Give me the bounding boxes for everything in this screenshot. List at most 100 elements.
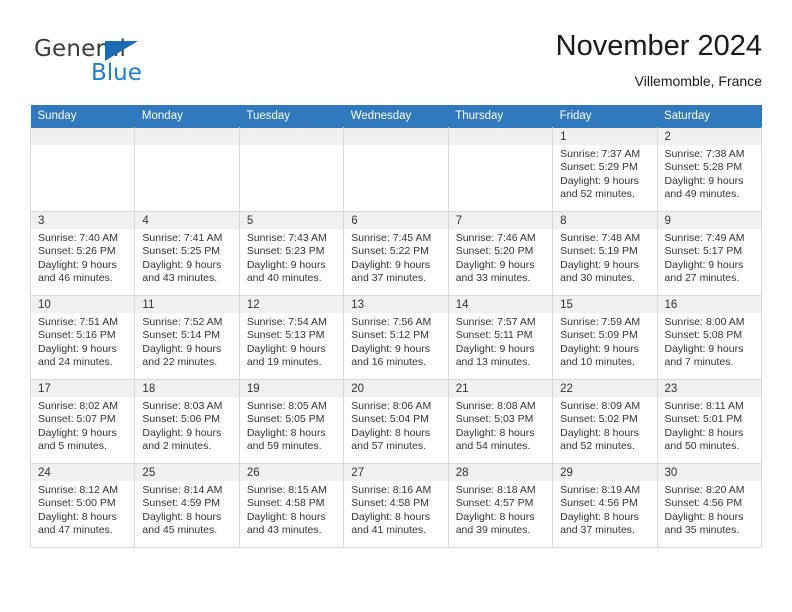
day-number: 13 [344,296,448,313]
day-details: Sunrise: 7:45 AM Sunset: 5:22 PM Daylight:… [344,229,447,286]
day-details: Sunrise: 7:43 AM Sunset: 5:23 PM Daylight:… [240,229,343,286]
page-title: November 2024 [555,30,762,62]
daylight-duration-line2: and 30 minutes. [560,272,635,285]
day-number: 11 [135,296,239,313]
daylight-duration-line1: Daylight: 8 hours [351,426,431,439]
title-block: November 2024 Villemomble, France [556,28,762,91]
calendar-day-cell[interactable]: 18 Sunrise: 8:03 AM Sunset: 5:06 PM Dayligh… [134,379,240,464]
calendar-day-cell[interactable]: 3 Sunrise: 7:40 AM Sunset: 5:26 PM Daylight… [29,211,136,296]
calendar-day-cell[interactable]: 25 Sunrise: 8:14 AM Sunset: 4:59 PM Dayligh… [134,463,240,548]
day-number: 9 [657,212,761,229]
day-number: 21 [448,380,553,397]
sunrise-time: Sunrise: 7:40 AM [38,232,118,244]
calendar-day-cell[interactable]: 29 Sunrise: 8:19 AM Sunset: 4:56 PM Dayligh… [552,463,658,548]
sunrise-time: Sunrise: 7:48 AM [560,232,641,244]
sunrise-time: Sunrise: 7:54 AM [246,316,327,328]
calendar-day-cell[interactable]: 22 Sunrise: 8:09 AM Sunset: 5:02 PM Dayligh… [552,379,658,464]
calendar-day-cell[interactable]: 19 Sunrise: 8:05 AM Sunset: 5:05 PM Dayligh… [238,379,345,464]
calendar-day-cell[interactable]: 2 Sunrise: 7:38 AM Sunset: 5:28 PM Daylight… [656,127,763,212]
weekday-header-thursday: Thursday [448,105,553,128]
logo-triangle-icon [105,41,138,61]
daylight-duration-line1: Daylight: 8 hours [560,426,639,439]
general-blue-logo[interactable]: General Blue [34,36,204,92]
daylight-duration-line1: Daylight: 9 hours [351,258,431,271]
day-number: 7 [448,212,553,229]
day-details: Sunrise: 8:18 AM Sunset: 4:57 PM Daylight:… [449,481,552,538]
sunrise-time: Sunrise: 7:49 AM [664,232,745,244]
daylight-duration-line2: and 39 minutes. [455,524,531,537]
sunrise-time: Sunrise: 7:37 AM [560,148,641,160]
day-number: 3 [31,212,135,229]
sunset-time: Sunset: 5:19 PM [560,245,638,258]
daylight-duration-line2: and 59 minutes. [246,440,322,453]
day-number [31,128,135,145]
calendar-day-cell[interactable]: 20 Sunrise: 8:06 AM Sunset: 5:04 PM Dayligh… [343,379,449,464]
daylight-duration-line1: Daylight: 8 hours [664,426,744,439]
calendar-day-cell[interactable]: 10 Sunrise: 7:51 AM Sunset: 5:16 PM Dayligh… [29,295,136,380]
sunrise-time: Sunrise: 8:02 AM [38,400,118,412]
day-details: Sunrise: 7:59 AM Sunset: 5:09 PM Daylight:… [553,313,656,370]
day-details: Sunrise: 8:09 AM Sunset: 5:02 PM Daylight:… [553,397,656,454]
daylight-duration-line1: Daylight: 9 hours [560,174,639,187]
calendar-day-cell[interactable]: 13 Sunrise: 7:56 AM Sunset: 5:12 PM Dayligh… [343,295,449,380]
sunrise-time: Sunrise: 7:56 AM [351,316,432,328]
calendar-day-cell[interactable]: 17 Sunrise: 8:02 AM Sunset: 5:07 PM Dayligh… [29,379,136,464]
daylight-duration-line1: Daylight: 9 hours [351,342,431,355]
day-details: Sunrise: 7:37 AM Sunset: 5:29 PM Daylight:… [553,145,656,202]
sunrise-time: Sunrise: 7:57 AM [455,316,536,328]
daylight-duration-line1: Daylight: 8 hours [455,426,535,439]
day-details: Sunrise: 8:02 AM Sunset: 5:07 PM Daylight:… [31,397,134,454]
calendar-week-row: 17 Sunrise: 8:02 AM Sunset: 5:07 PM Dayligh… [29,379,763,464]
day-number [448,128,553,145]
calendar-day-cell[interactable]: 14 Sunrise: 7:57 AM Sunset: 5:11 PM Dayligh… [447,295,554,380]
calendar-day-cell[interactable]: 12 Sunrise: 7:54 AM Sunset: 5:13 PM Dayligh… [238,295,345,380]
calendar-day-cell[interactable]: 11 Sunrise: 7:52 AM Sunset: 5:14 PM Dayligh… [134,295,240,380]
daylight-duration-line1: Daylight: 9 hours [142,426,222,439]
calendar-page: General Blue November 2024 Villemomble, … [0,0,792,612]
daylight-duration-line1: Daylight: 9 hours [664,342,744,355]
calendar-day-cell[interactable]: 28 Sunrise: 8:18 AM Sunset: 4:57 PM Dayligh… [447,463,554,548]
logo-text-blue: Blue [91,60,142,86]
daylight-duration-line1: Daylight: 8 hours [246,510,326,523]
daylight-duration-line2: and 52 minutes. [560,188,635,201]
sunrise-time: Sunrise: 8:16 AM [351,484,432,496]
calendar-day-cell[interactable]: 4 Sunrise: 7:41 AM Sunset: 5:25 PM Daylight… [134,211,240,296]
daylight-duration-line1: Daylight: 8 hours [246,426,326,439]
calendar-day-cell[interactable]: 6 Sunrise: 7:45 AM Sunset: 5:22 PM Daylight… [343,211,449,296]
calendar-day-cell[interactable]: 5 Sunrise: 7:43 AM Sunset: 5:23 PM Daylight… [238,211,345,296]
sunset-time: Sunset: 5:26 PM [38,245,116,258]
calendar-day-cell[interactable]: 26 Sunrise: 8:15 AM Sunset: 4:58 PM Dayligh… [238,463,345,548]
daylight-duration-line1: Daylight: 8 hours [351,510,431,523]
calendar-day-cell[interactable]: 23 Sunrise: 8:11 AM Sunset: 5:01 PM Dayligh… [656,379,763,464]
calendar-day-cell[interactable]: 24 Sunrise: 8:12 AM Sunset: 5:00 PM Dayligh… [29,463,136,548]
daylight-duration-line2: and 22 minutes. [142,356,218,369]
calendar-day-cell[interactable]: 21 Sunrise: 8:08 AM Sunset: 5:03 PM Dayligh… [447,379,554,464]
calendar-day-cell[interactable]: 16 Sunrise: 8:00 AM Sunset: 5:08 PM Dayligh… [656,295,763,380]
calendar-day-cell[interactable]: 1 Sunrise: 7:37 AM Sunset: 5:29 PM Daylight… [552,127,658,212]
daylight-duration-line2: and 40 minutes. [246,272,322,285]
calendar-day-cell[interactable]: 30 Sunrise: 8:20 AM Sunset: 4:56 PM Dayligh… [656,463,763,548]
calendar-day-cell[interactable]: 8 Sunrise: 7:48 AM Sunset: 5:19 PM Daylight… [552,211,658,296]
day-details: Sunrise: 7:46 AM Sunset: 5:20 PM Daylight:… [449,229,552,286]
calendar-day-cell-empty [134,127,240,212]
sunrise-time: Sunrise: 7:38 AM [664,148,745,160]
sunset-time: Sunset: 5:17 PM [664,245,743,258]
sunset-time: Sunset: 5:02 PM [560,413,638,426]
sunrise-time: Sunrise: 7:45 AM [351,232,432,244]
sunrise-time: Sunrise: 8:00 AM [664,316,745,328]
sunset-time: Sunset: 4:56 PM [560,497,638,510]
sunrise-time: Sunrise: 8:12 AM [38,484,118,496]
day-details: Sunrise: 7:57 AM Sunset: 5:11 PM Daylight:… [449,313,552,370]
calendar-day-cell[interactable]: 9 Sunrise: 7:49 AM Sunset: 5:17 PM Daylight… [656,211,763,296]
day-number: 4 [135,212,239,229]
daylight-duration-line1: Daylight: 8 hours [38,510,117,523]
daylight-duration-line1: Daylight: 9 hours [664,258,744,271]
daylight-duration-line2: and 24 minutes. [38,356,113,369]
calendar-day-cell[interactable]: 27 Sunrise: 8:16 AM Sunset: 4:58 PM Dayligh… [343,463,449,548]
sunrise-time: Sunrise: 8:15 AM [246,484,327,496]
day-details: Sunrise: 7:56 AM Sunset: 5:12 PM Daylight:… [344,313,447,370]
calendar-day-cell[interactable]: 7 Sunrise: 7:46 AM Sunset: 5:20 PM Daylight… [447,211,554,296]
calendar-day-cell[interactable]: 15 Sunrise: 7:59 AM Sunset: 5:09 PM Dayligh… [552,295,658,380]
sunrise-time: Sunrise: 8:06 AM [351,400,432,412]
day-details: Sunrise: 8:15 AM Sunset: 4:58 PM Daylight:… [240,481,343,538]
